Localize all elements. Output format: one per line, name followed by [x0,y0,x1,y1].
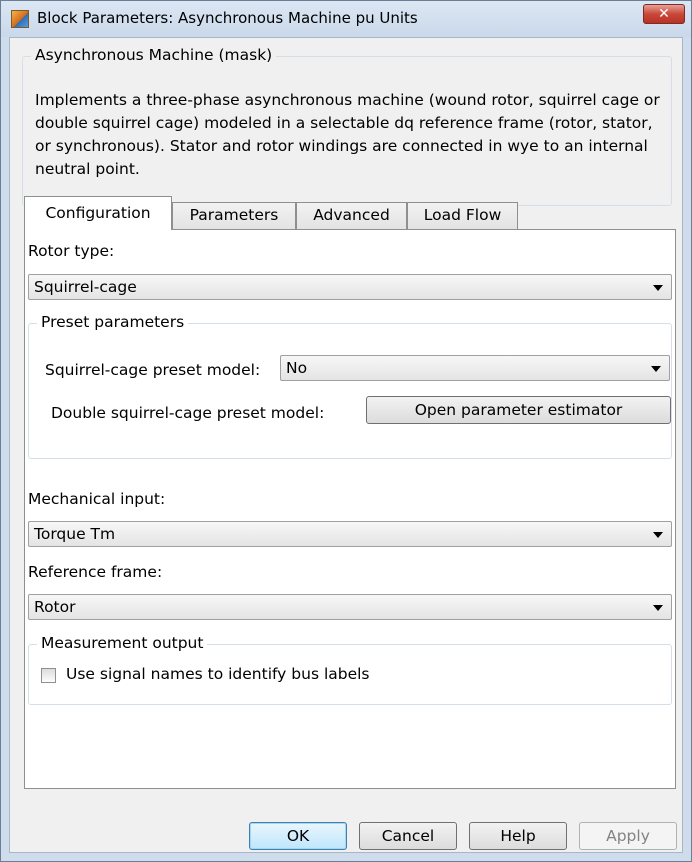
open-parameter-estimator-button[interactable]: Open parameter estimator [366,396,671,424]
mechanical-input-label: Mechanical input: [28,490,166,508]
configuration-panel: Rotor type: Squirrel-cage Preset paramet… [24,229,676,789]
rotor-type-value: Squirrel-cage [34,278,137,296]
squirrel-cage-preset-dropdown[interactable]: No [280,355,670,381]
tab-parameters[interactable]: Parameters [172,202,296,229]
tab-configuration[interactable]: Configuration [24,196,172,230]
tab-advanced[interactable]: Advanced [296,202,407,229]
rotor-type-label: Rotor type: [28,242,115,260]
chevron-down-icon [651,366,661,372]
block-parameters-window: Block Parameters: Asynchronous Machine p… [0,0,692,862]
dialog-body: Asynchronous Machine (mask) Implements a… [9,37,683,853]
tab-parameters-label: Parameters [189,206,279,224]
mechanical-input-value: Torque Tm [34,525,116,543]
preset-parameters-group: Preset parameters Squirrel-cage preset m… [28,313,672,459]
reference-frame-value: Rotor [34,598,76,616]
help-button[interactable]: Help [469,822,567,850]
double-cage-preset-label: Double squirrel-cage preset model: [51,404,325,422]
preset-group-label: Preset parameters [37,313,189,331]
measurement-output-group: Measurement output Use signal names to i… [28,634,672,705]
simulink-app-icon [11,10,29,28]
mask-group-label: Asynchronous Machine (mask) [31,46,277,64]
rotor-type-dropdown[interactable]: Squirrel-cage [28,274,672,300]
reference-frame-dropdown[interactable]: Rotor [28,594,672,620]
tab-load-flow-label: Load Flow [423,206,502,224]
title-bar[interactable]: Block Parameters: Asynchronous Machine p… [1,1,691,37]
bus-labels-checkbox-label[interactable]: Use signal names to identify bus labels [66,665,370,683]
ok-button[interactable]: OK [249,822,347,850]
tab-strip: Configuration Parameters Advanced Load F… [24,196,674,230]
mask-description: Implements a three-phase asynchronous ma… [35,91,660,178]
squirrel-cage-preset-value: No [286,359,308,377]
chevron-down-icon [653,285,663,291]
window-title: Block Parameters: Asynchronous Machine p… [37,9,418,27]
reference-frame-label: Reference frame: [28,563,163,581]
tab-advanced-label: Advanced [313,206,390,224]
chevron-down-icon [653,532,663,538]
apply-button: Apply [579,822,677,850]
bus-labels-checkbox[interactable] [41,668,56,683]
tab-load-flow[interactable]: Load Flow [407,202,518,229]
squirrel-cage-preset-label: Squirrel-cage preset model: [45,361,261,379]
mechanical-input-dropdown[interactable]: Torque Tm [28,521,672,547]
close-button[interactable]: ✕ [643,4,685,24]
mask-description-group: Asynchronous Machine (mask) Implements a… [22,46,672,206]
measurement-group-label: Measurement output [37,634,208,652]
close-icon: ✕ [658,6,670,22]
chevron-down-icon [653,605,663,611]
cancel-button[interactable]: Cancel [359,822,457,850]
tab-configuration-label: Configuration [45,204,151,222]
